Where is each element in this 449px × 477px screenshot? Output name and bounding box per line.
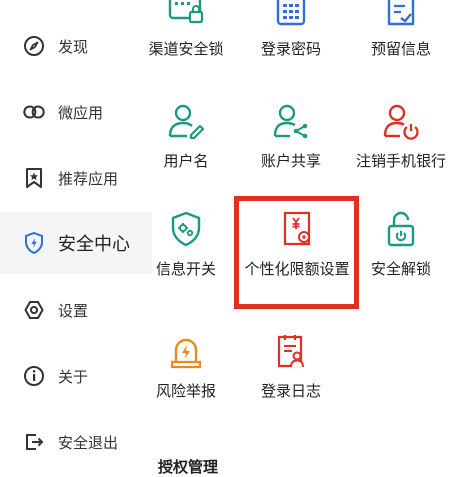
tile-label: 登录密码: [260, 40, 321, 58]
tile-label: 登录日志: [260, 382, 321, 400]
tile-label: 安全解锁: [370, 260, 431, 278]
sidebar-item-label: 推荐应用: [58, 169, 119, 188]
settings-icon: [22, 298, 46, 322]
logout-icon: [22, 430, 46, 454]
channel-lock-icon: [136, 0, 236, 28]
bookmark-star-icon: [22, 166, 46, 190]
sidebar-item-micro-apps[interactable]: 微应用: [0, 82, 152, 142]
keypad-icon: [241, 0, 341, 28]
sidebar-item-about[interactable]: 关于: [0, 346, 152, 406]
info-icon: [22, 364, 46, 388]
tile-label: 渠道安全锁: [148, 40, 224, 58]
sidebar-item-label: 安全中心: [58, 234, 130, 255]
tile-cancel-mobile-banking[interactable]: 注销手机银行: [351, 98, 449, 172]
tile-info-switch[interactable]: 信息开关: [136, 206, 236, 280]
tile-label: 注销手机银行: [355, 152, 446, 170]
sidebar-item-label: 安全退出: [58, 433, 119, 452]
tile-risk-report[interactable]: 风险举报: [136, 328, 236, 402]
sidebar: 发现 微应用 推荐应用 安全中心 设置 关于 安全退出: [0, 0, 152, 474]
unlock-icon: [351, 206, 449, 248]
tile-username[interactable]: 用户名: [136, 98, 236, 172]
highlight-box: [234, 196, 359, 309]
shield-icon: [22, 231, 46, 255]
sidebar-item-label: 关于: [58, 367, 89, 386]
tile-channel-lock[interactable]: 渠道安全锁: [136, 0, 236, 60]
tile-account-share[interactable]: 账户共享: [241, 98, 341, 172]
user-edit-icon: [136, 98, 236, 140]
user-share-icon: [241, 98, 341, 140]
sidebar-item-label: 微应用: [58, 103, 104, 122]
login-log-icon: [241, 328, 341, 370]
link-icon: [22, 100, 46, 124]
tile-label: 风险举报: [155, 382, 216, 400]
document-check-icon: [351, 0, 449, 28]
user-power-icon: [351, 98, 449, 140]
sidebar-item-label: 设置: [58, 301, 89, 320]
tile-security-unlock[interactable]: 安全解锁: [351, 206, 449, 280]
tile-login-password[interactable]: 登录密码: [241, 0, 341, 60]
sidebar-item-discover[interactable]: 发现: [0, 16, 152, 76]
sidebar-item-logout[interactable]: 安全退出: [0, 412, 152, 472]
tile-label: 用户名: [163, 152, 209, 170]
compass-icon: [22, 34, 46, 58]
tile-login-log[interactable]: 登录日志: [241, 328, 341, 402]
shield-gear-icon: [136, 206, 236, 248]
sidebar-item-recommended[interactable]: 推荐应用: [0, 148, 152, 208]
tile-label: 信息开关: [155, 260, 216, 278]
tile-reserved-info[interactable]: 预留信息: [351, 0, 449, 60]
tile-label: 预留信息: [370, 40, 431, 58]
sidebar-item-security-center[interactable]: 安全中心: [0, 212, 152, 274]
sidebar-item-settings[interactable]: 设置: [0, 280, 152, 340]
risk-alarm-icon: [136, 328, 236, 370]
tile-label: 账户共享: [260, 152, 321, 170]
sidebar-item-label: 发现: [58, 37, 89, 56]
